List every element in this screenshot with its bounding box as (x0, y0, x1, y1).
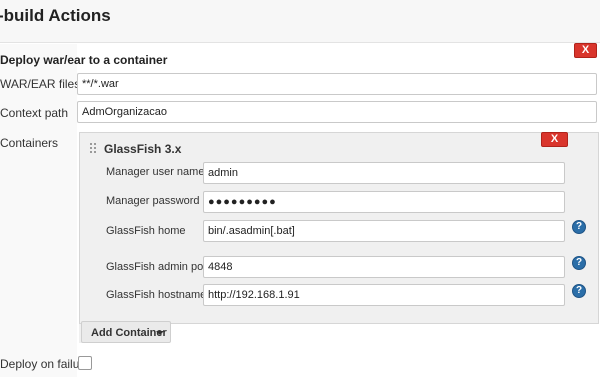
manager-user-input[interactable]: admin (203, 162, 565, 184)
container-title: GlassFish 3.x (104, 142, 182, 156)
glassfish-home-input[interactable]: bin/.asadmin[.bat] (203, 220, 565, 242)
help-icon[interactable]: ? (572, 220, 586, 234)
glassfish-home-label: GlassFish home (106, 225, 186, 237)
deploy-on-failure-label: Deploy on failure (0, 357, 91, 371)
war-ear-input[interactable]: **/*.war (77, 73, 597, 95)
remove-deploy-button[interactable]: X (574, 43, 597, 58)
context-path-label: Context path (0, 106, 69, 120)
containers-label: Containers (0, 136, 59, 150)
help-icon[interactable]: ? (572, 284, 586, 298)
hostname-label: GlassFish hostname (106, 289, 207, 301)
manager-password-input[interactable]: ●●●●●●●●● (203, 191, 565, 213)
war-ear-label: WAR/EAR files (0, 77, 81, 91)
deploy-on-failure-checkbox[interactable] (78, 356, 92, 370)
context-path-input[interactable]: AdmOrganizacao (77, 101, 597, 123)
admin-port-label: GlassFish admin port (106, 261, 210, 273)
deploy-heading: Deploy war/ear to a container (0, 53, 168, 67)
hostname-input[interactable]: http://192.168.1.91 (203, 284, 565, 306)
drag-handle-icon[interactable] (90, 143, 99, 153)
add-container-button[interactable]: Add Container (81, 321, 171, 343)
remove-container-button[interactable]: X (541, 132, 568, 147)
label-column (0, 44, 77, 377)
chevron-down-icon (156, 331, 164, 335)
help-icon[interactable]: ? (572, 256, 586, 270)
admin-port-input[interactable]: 4848 (203, 256, 565, 278)
manager-password-label: Manager password (106, 195, 200, 207)
section-title: -build Actions (0, 6, 111, 25)
manager-user-label: Manager user name (106, 166, 205, 178)
